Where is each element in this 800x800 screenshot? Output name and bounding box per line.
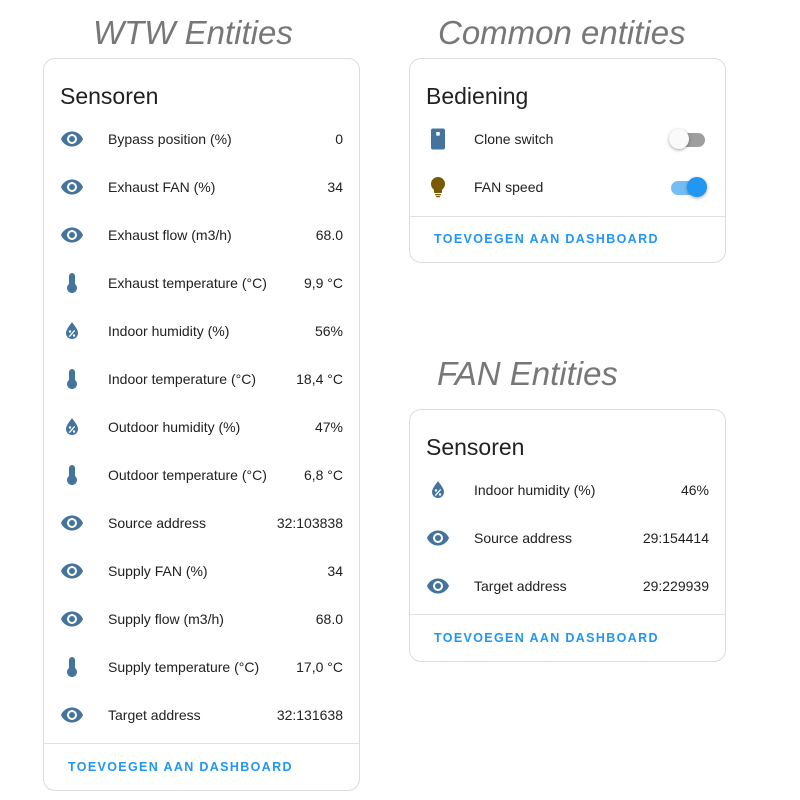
- entity-value: 9,9 °C: [303, 275, 343, 291]
- entity-value: 17,0 °C: [296, 659, 343, 675]
- entity-value: 32:103838: [276, 515, 343, 531]
- entity-row[interactable]: Outdoor temperature (°C) 6,8 °C: [44, 451, 359, 499]
- toggle-knob: [687, 177, 707, 197]
- entity-value: 29:229939: [642, 578, 709, 594]
- humidity-icon: [426, 478, 450, 502]
- entity-name: Target address: [474, 578, 567, 594]
- humidity-icon: [60, 319, 84, 343]
- toggle-switch[interactable]: [669, 177, 707, 197]
- eye-icon: [60, 223, 84, 247]
- lightbulb-icon: [426, 175, 450, 199]
- entity-value: 34: [327, 179, 343, 195]
- entity-value: 46%: [680, 482, 709, 498]
- entity-value: 32:131638: [276, 707, 343, 723]
- entity-row[interactable]: Clone switch: [410, 115, 725, 163]
- add-to-dashboard-button[interactable]: TOEVOEGEN AAN DASHBOARD: [68, 760, 293, 774]
- entity-value: 29:154414: [642, 530, 709, 546]
- entity-name: Source address: [108, 515, 207, 531]
- entity-name: Supply flow (m3/h): [108, 611, 224, 627]
- entity-row[interactable]: Outdoor humidity (%) 47%: [44, 403, 359, 451]
- entity-row[interactable]: Exhaust FAN (%) 34: [44, 163, 359, 211]
- entity-name: Indoor humidity (%): [108, 323, 230, 339]
- entity-row[interactable]: Supply flow (m3/h) 68.0: [44, 595, 359, 643]
- entity-name: Outdoor humidity (%): [108, 419, 241, 435]
- wtw-sensors-card: Sensoren Bypass position (%) 0 Exhaust FAN…: [43, 58, 360, 791]
- remote-icon: [426, 127, 450, 151]
- entity-row[interactable]: Exhaust flow (m3/h) 68.0: [44, 211, 359, 259]
- thermometer-icon: [60, 655, 84, 679]
- fan-sensors-card: Sensoren Indoor humidity (%) 46% Source ad…: [409, 409, 726, 662]
- entity-value: 68.0: [315, 611, 343, 627]
- entity-name: Bypass position (%): [108, 131, 232, 147]
- card-divider: [410, 216, 725, 217]
- entity-name: Clone switch: [474, 131, 554, 147]
- eye-icon: [60, 511, 84, 535]
- toggle-switch[interactable]: [669, 129, 705, 149]
- entity-name: Indoor temperature (°C): [108, 371, 256, 387]
- entity-value: 68.0: [315, 227, 343, 243]
- entity-row[interactable]: Indoor humidity (%) 46%: [410, 466, 725, 514]
- entity-value: 0: [335, 131, 343, 147]
- entity-name: Source address: [474, 530, 573, 546]
- eye-icon: [60, 175, 84, 199]
- add-to-dashboard-button[interactable]: TOEVOEGEN AAN DASHBOARD: [434, 631, 659, 645]
- entity-list: Indoor humidity (%) 46% Source address 29:1…: [410, 466, 725, 610]
- entity-name: Exhaust temperature (°C): [108, 275, 267, 291]
- eye-icon: [426, 526, 450, 550]
- entity-row[interactable]: Source address 32:103838: [44, 499, 359, 547]
- humidity-icon: [60, 415, 84, 439]
- eye-icon: [60, 607, 84, 631]
- entity-row[interactable]: Indoor humidity (%) 56%: [44, 307, 359, 355]
- entity-value: 18,4 °C: [296, 371, 343, 387]
- eye-icon: [60, 559, 84, 583]
- wtw-section-title: WTW Entities: [93, 14, 293, 51]
- entity-row[interactable]: Target address 29:229939: [410, 562, 725, 610]
- entity-row[interactable]: FAN speed: [410, 163, 725, 211]
- entity-list: Bypass position (%) 0 Exhaust FAN (%) 34 Exh…: [44, 115, 359, 739]
- card-title: Bediening: [426, 83, 529, 109]
- entity-name: Supply FAN (%): [108, 563, 208, 579]
- entity-row[interactable]: Supply temperature (°C) 17,0 °C: [44, 643, 359, 691]
- common-controls-card: Bediening Clone switch FAN speed TOEVOEGE…: [409, 58, 726, 263]
- entity-name: Outdoor temperature (°C): [108, 467, 267, 483]
- fan-section-title: FAN Entities: [437, 355, 618, 392]
- thermometer-icon: [60, 463, 84, 487]
- entity-row[interactable]: Bypass position (%) 0: [44, 115, 359, 163]
- entity-list: Clone switch FAN speed: [410, 115, 725, 211]
- card-divider: [410, 614, 725, 615]
- entity-row[interactable]: Source address 29:154414: [410, 514, 725, 562]
- entity-name: FAN speed: [474, 179, 544, 195]
- eye-icon: [426, 574, 450, 598]
- entity-name: Target address: [108, 707, 201, 723]
- card-title: Sensoren: [60, 83, 159, 109]
- entity-row[interactable]: Exhaust temperature (°C) 9,9 °C: [44, 259, 359, 307]
- card-title: Sensoren: [426, 434, 525, 460]
- toggle-knob: [669, 129, 689, 149]
- entity-row[interactable]: Indoor temperature (°C) 18,4 °C: [44, 355, 359, 403]
- entity-name: Exhaust flow (m3/h): [108, 227, 232, 243]
- entity-value: 6,8 °C: [303, 467, 343, 483]
- eye-icon: [60, 127, 84, 151]
- entity-value: 47%: [314, 419, 343, 435]
- common-section-title: Common entities: [438, 14, 686, 51]
- entity-row[interactable]: Target address 32:131638: [44, 691, 359, 739]
- entity-value: 56%: [314, 323, 343, 339]
- entity-row[interactable]: Supply FAN (%) 34: [44, 547, 359, 595]
- card-divider: [44, 743, 359, 744]
- entity-name: Exhaust FAN (%): [108, 179, 216, 195]
- entity-name: Supply temperature (°C): [108, 659, 260, 675]
- thermometer-icon: [60, 367, 84, 391]
- eye-icon: [60, 703, 84, 727]
- thermometer-icon: [60, 271, 84, 295]
- entity-value: 34: [327, 563, 343, 579]
- add-to-dashboard-button[interactable]: TOEVOEGEN AAN DASHBOARD: [434, 232, 659, 246]
- entity-name: Indoor humidity (%): [474, 482, 596, 498]
